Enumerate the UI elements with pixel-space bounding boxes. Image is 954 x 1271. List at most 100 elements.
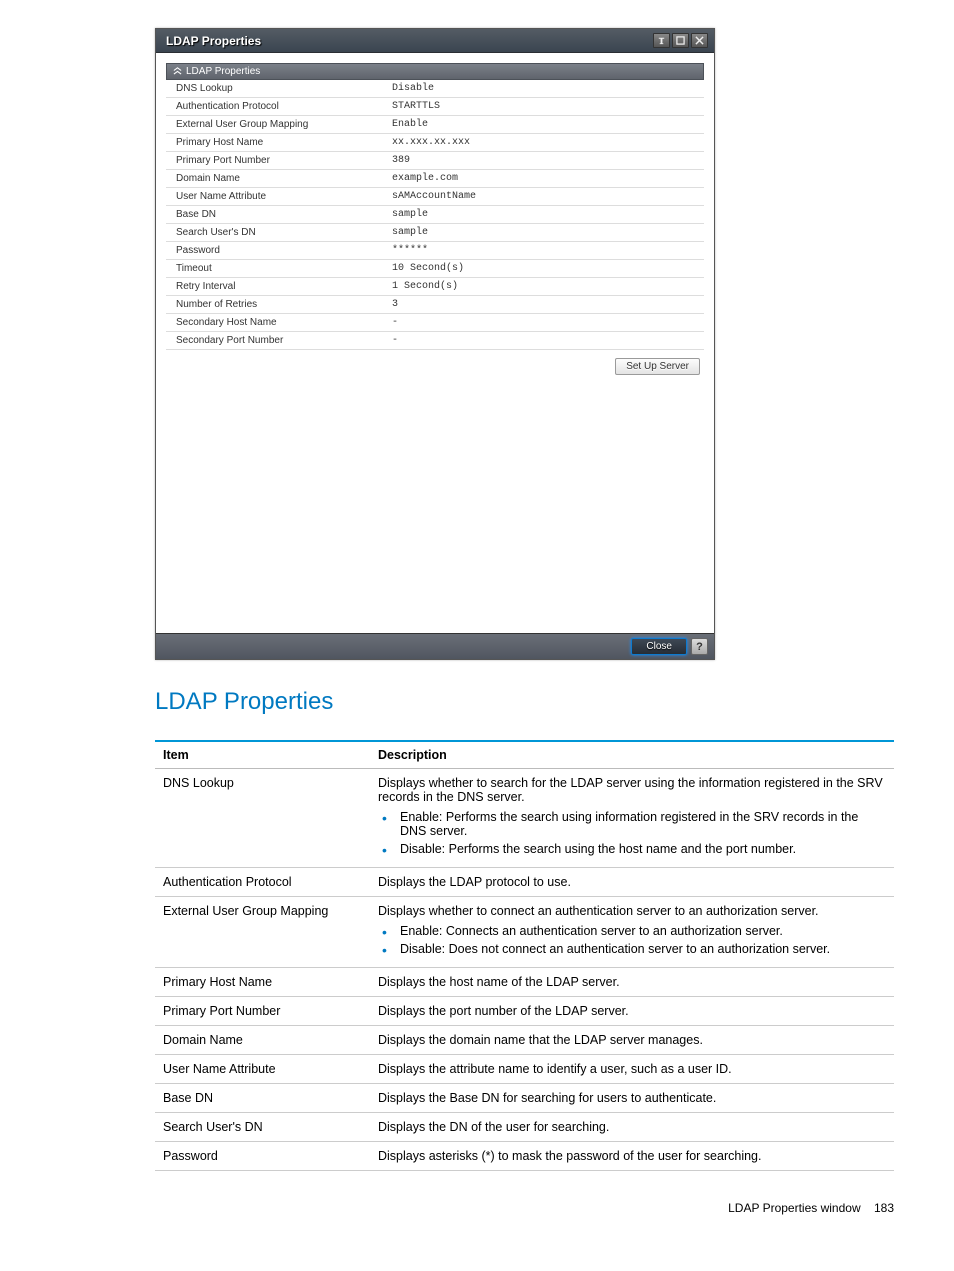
maximize-icon[interactable] [672,33,689,48]
page-footer: LDAP Properties window 183 [155,1201,894,1215]
property-label: Base DN [166,206,386,224]
pin-icon[interactable] [653,33,670,48]
desc-text: Displays whether to search for the LDAP … [370,769,894,868]
desc-text: Displays the Base DN for searching for u… [370,1084,894,1113]
desc-text: Displays the DN of the user for searchin… [370,1113,894,1142]
property-value: - [386,314,704,332]
property-value: - [386,332,704,350]
property-label: External User Group Mapping [166,116,386,134]
property-row: User Name AttributesAMAccountName [166,188,704,206]
property-row: Primary Port Number389 [166,152,704,170]
desc-item: Search User's DN [155,1113,370,1142]
titlebar: LDAP Properties [156,29,714,53]
property-row: Authentication ProtocolSTARTTLS [166,98,704,116]
desc-bullet: Disable: Performs the search using the h… [396,842,886,856]
desc-item: External User Group Mapping [155,897,370,968]
dialog-footer: Close ? [156,633,714,659]
property-label: Search User's DN [166,224,386,242]
property-value: sAMAccountName [386,188,704,206]
dialog-title: LDAP Properties [166,34,261,48]
close-icon[interactable] [691,33,708,48]
property-label: Primary Port Number [166,152,386,170]
property-value: 10 Second(s) [386,260,704,278]
footer-label: LDAP Properties window [728,1201,861,1215]
desc-bullet: Disable: Does not connect an authenticat… [396,942,886,956]
col-desc: Description [370,741,894,769]
property-label: Primary Host Name [166,134,386,152]
desc-item: Base DN [155,1084,370,1113]
desc-row: User Name AttributeDisplays the attribut… [155,1055,894,1084]
property-row: Number of Retries3 [166,296,704,314]
property-value: Enable [386,116,704,134]
property-row: Search User's DNsample [166,224,704,242]
property-row: Domain Nameexample.com [166,170,704,188]
desc-row: Base DNDisplays the Base DN for searchin… [155,1084,894,1113]
property-value: Disable [386,80,704,98]
desc-bullet: Enable: Connects an authentication serve… [396,924,886,938]
property-value: ****** [386,242,704,260]
property-label: User Name Attribute [166,188,386,206]
property-label: Timeout [166,260,386,278]
property-label: Number of Retries [166,296,386,314]
property-label: Password [166,242,386,260]
property-value: 389 [386,152,704,170]
property-value: 1 Second(s) [386,278,704,296]
property-value: xx.xxx.xx.xxx [386,134,704,152]
footer-page: 183 [874,1201,894,1215]
desc-row: Primary Host NameDisplays the host name … [155,968,894,997]
desc-text: Displays asterisks (*) to mask the passw… [370,1142,894,1171]
desc-text: Displays the domain name that the LDAP s… [370,1026,894,1055]
description-table: Item Description DNS LookupDisplays whet… [155,740,894,1171]
collapse-icon [173,66,182,77]
setup-server-button[interactable]: Set Up Server [615,358,700,375]
desc-row: PasswordDisplays asterisks (*) to mask t… [155,1142,894,1171]
desc-text: Displays whether to connect an authentic… [370,897,894,968]
property-label: Secondary Port Number [166,332,386,350]
help-icon[interactable]: ? [691,638,708,655]
desc-item: Primary Host Name [155,968,370,997]
close-button[interactable]: Close [631,638,687,655]
desc-row: Authentication ProtocolDisplays the LDAP… [155,868,894,897]
property-value: sample [386,206,704,224]
property-label: Secondary Host Name [166,314,386,332]
property-row: External User Group MappingEnable [166,116,704,134]
page-title: LDAP Properties [155,688,894,716]
section-header[interactable]: LDAP Properties [166,63,704,80]
property-value: STARTTLS [386,98,704,116]
desc-item: Domain Name [155,1026,370,1055]
property-label: DNS Lookup [166,80,386,98]
desc-item: Password [155,1142,370,1171]
ldap-properties-dialog: LDAP Properties LDAP Properties [155,28,715,660]
desc-text: Displays the attribute name to identify … [370,1055,894,1084]
section-title: LDAP Properties [186,66,260,77]
desc-item: User Name Attribute [155,1055,370,1084]
property-row: Timeout10 Second(s) [166,260,704,278]
property-row: Secondary Port Number- [166,332,704,350]
property-value: 3 [386,296,704,314]
desc-item: Primary Port Number [155,997,370,1026]
desc-bullet: Enable: Performs the search using inform… [396,810,886,838]
desc-text: Displays the LDAP protocol to use. [370,868,894,897]
property-row: Secondary Host Name- [166,314,704,332]
desc-row: External User Group MappingDisplays whet… [155,897,894,968]
property-row: Primary Host Namexx.xxx.xx.xxx [166,134,704,152]
desc-text: Displays the host name of the LDAP serve… [370,968,894,997]
desc-row: Domain NameDisplays the domain name that… [155,1026,894,1055]
property-label: Domain Name [166,170,386,188]
properties-table: DNS LookupDisableAuthentication Protocol… [166,80,704,350]
dialog-body: LDAP Properties DNS LookupDisableAuthent… [156,53,714,633]
col-item: Item [155,741,370,769]
desc-text: Displays the port number of the LDAP ser… [370,997,894,1026]
property-label: Retry Interval [166,278,386,296]
property-label: Authentication Protocol [166,98,386,116]
desc-row: DNS LookupDisplays whether to search for… [155,769,894,868]
desc-row: Primary Port NumberDisplays the port num… [155,997,894,1026]
window-controls [653,33,708,48]
desc-item: Authentication Protocol [155,868,370,897]
property-row: Password****** [166,242,704,260]
property-row: Base DNsample [166,206,704,224]
desc-row: Search User's DNDisplays the DN of the u… [155,1113,894,1142]
desc-item: DNS Lookup [155,769,370,868]
property-value: example.com [386,170,704,188]
property-row: DNS LookupDisable [166,80,704,98]
